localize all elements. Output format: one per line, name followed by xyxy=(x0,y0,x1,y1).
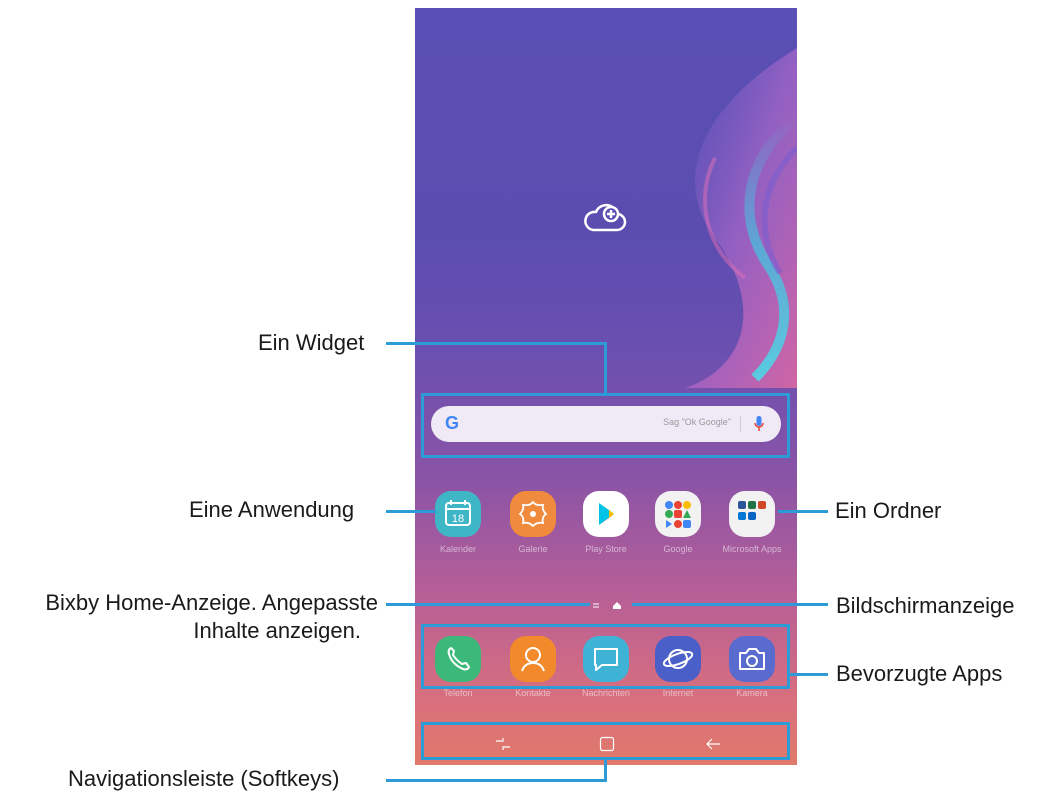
navigation-leader-horizontal xyxy=(386,779,607,782)
callout-favorite-apps: Bevorzugte Apps xyxy=(836,661,1003,686)
app-label-calendar: Kalender xyxy=(439,544,477,554)
app-label-google: Google xyxy=(663,544,693,554)
callout-bixby-line1: Bixby Home-Anzeige. Angepasste xyxy=(45,590,378,615)
cloud-add-icon[interactable] xyxy=(583,200,629,234)
navigation-leader-vertical xyxy=(604,759,607,781)
play-store-icon[interactable] xyxy=(583,491,629,537)
callout-application: Eine Anwendung xyxy=(189,497,355,522)
page-indicator[interactable] xyxy=(591,600,631,610)
google-folder-icon[interactable] xyxy=(655,491,701,537)
callout-folder: Ein Ordner xyxy=(835,498,942,523)
dock-label-phone: Telefon xyxy=(443,688,473,698)
application-leader xyxy=(386,510,436,513)
callout-bixby-line2: Inhalte anzeigen. xyxy=(193,618,361,643)
folder-leader xyxy=(778,510,828,513)
gallery-flower-icon[interactable] xyxy=(510,491,556,537)
callout-widget: Ein Widget xyxy=(258,330,365,355)
dock-label-internet: Internet xyxy=(662,688,694,698)
app-label-play-store: Play Store xyxy=(585,544,627,554)
dock-label-camera: Kamera xyxy=(736,688,768,698)
widget-leader-horizontal xyxy=(386,342,607,345)
callout-navigation-bar: Navigationsleiste (Softkeys) xyxy=(68,766,340,791)
app-label-gallery: Galerie xyxy=(518,544,548,554)
bixby-leader xyxy=(386,603,590,606)
screen-indicator-leader xyxy=(632,603,828,606)
navigation-bar-highlight-box xyxy=(421,722,790,760)
widget-highlight-box xyxy=(421,393,790,458)
dock-label-contacts: Kontakte xyxy=(515,688,551,698)
app-label-microsoft: Microsoft Apps xyxy=(722,544,782,554)
microsoft-folder-icon[interactable] xyxy=(729,491,775,537)
callout-screen-indicator: Bildschirmanzeige xyxy=(836,593,1015,618)
calendar-day: 18 xyxy=(452,513,464,525)
dock-label-messages: Nachrichten xyxy=(581,688,631,698)
favorite-apps-highlight-box xyxy=(421,624,790,689)
favorite-apps-leader xyxy=(789,673,828,676)
widget-leader-vertical xyxy=(604,342,607,395)
calendar-icon[interactable]: 18 xyxy=(435,491,481,537)
